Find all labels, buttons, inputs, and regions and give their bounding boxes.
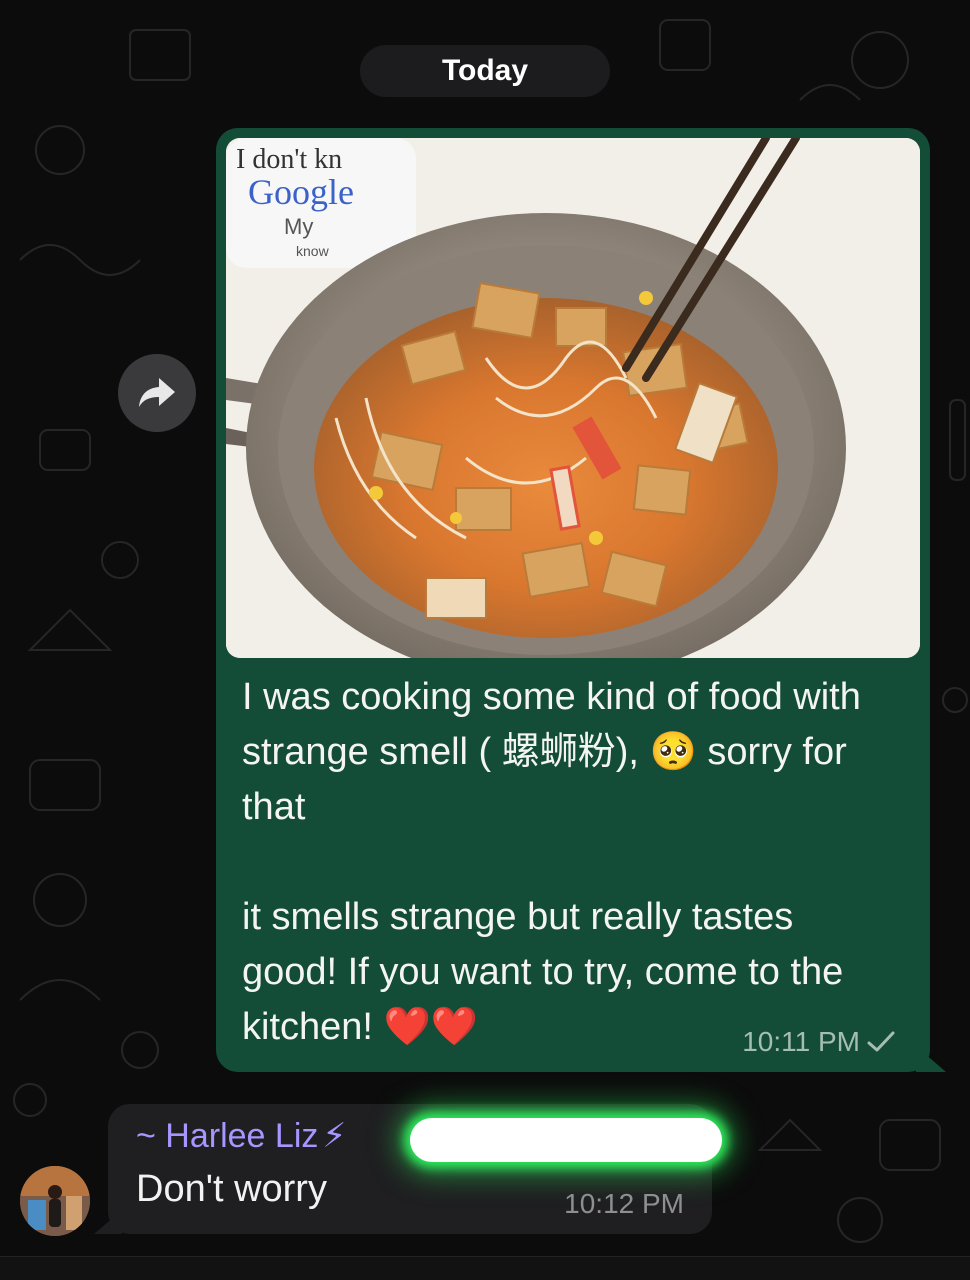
message-time: 10:12 PM <box>564 1188 684 1219</box>
outgoing-message[interactable]: I don't kn Google My know I was cooking … <box>216 128 946 1072</box>
date-separator: Today <box>360 45 610 97</box>
avatar-image <box>20 1166 90 1236</box>
message-text: I was cooking some kind of food with str… <box>242 670 892 1055</box>
sent-check-icon <box>867 1031 895 1052</box>
message-text: Don't worry <box>136 1168 327 1210</box>
message-time: 10:11 PM <box>742 1026 860 1057</box>
redacted-highlight <box>410 1118 722 1162</box>
composer-bar <box>0 1256 970 1280</box>
mug-text-2: Google <box>248 172 354 212</box>
sender-name-text: ~ Harlee Liz <box>136 1116 319 1155</box>
mug-text-1: I don't kn <box>236 144 342 175</box>
forward-button[interactable] <box>118 354 196 432</box>
message-paragraph-1: I was cooking some kind of food with str… <box>242 676 861 828</box>
incoming-message[interactable]: ~ Harlee Liz ⚡ Don't worry 10:12 PM <box>94 1104 722 1234</box>
mug-text-3: My <box>284 214 313 239</box>
avatar[interactable] <box>20 1166 90 1236</box>
lightning-icon: ⚡ <box>322 1117 347 1155</box>
sender-name[interactable]: ~ Harlee Liz ⚡ <box>136 1116 346 1156</box>
noodle-pot-illustration: I don't kn Google My know <box>226 138 920 658</box>
chat-view: Today I don't kn Google My know I was co… <box>0 0 970 1280</box>
forward-icon <box>139 378 175 407</box>
message-meta: 10:11 PM <box>742 1026 896 1058</box>
message-photo[interactable]: I don't kn Google My know <box>226 138 920 658</box>
mug-text-4: know <box>296 243 330 259</box>
